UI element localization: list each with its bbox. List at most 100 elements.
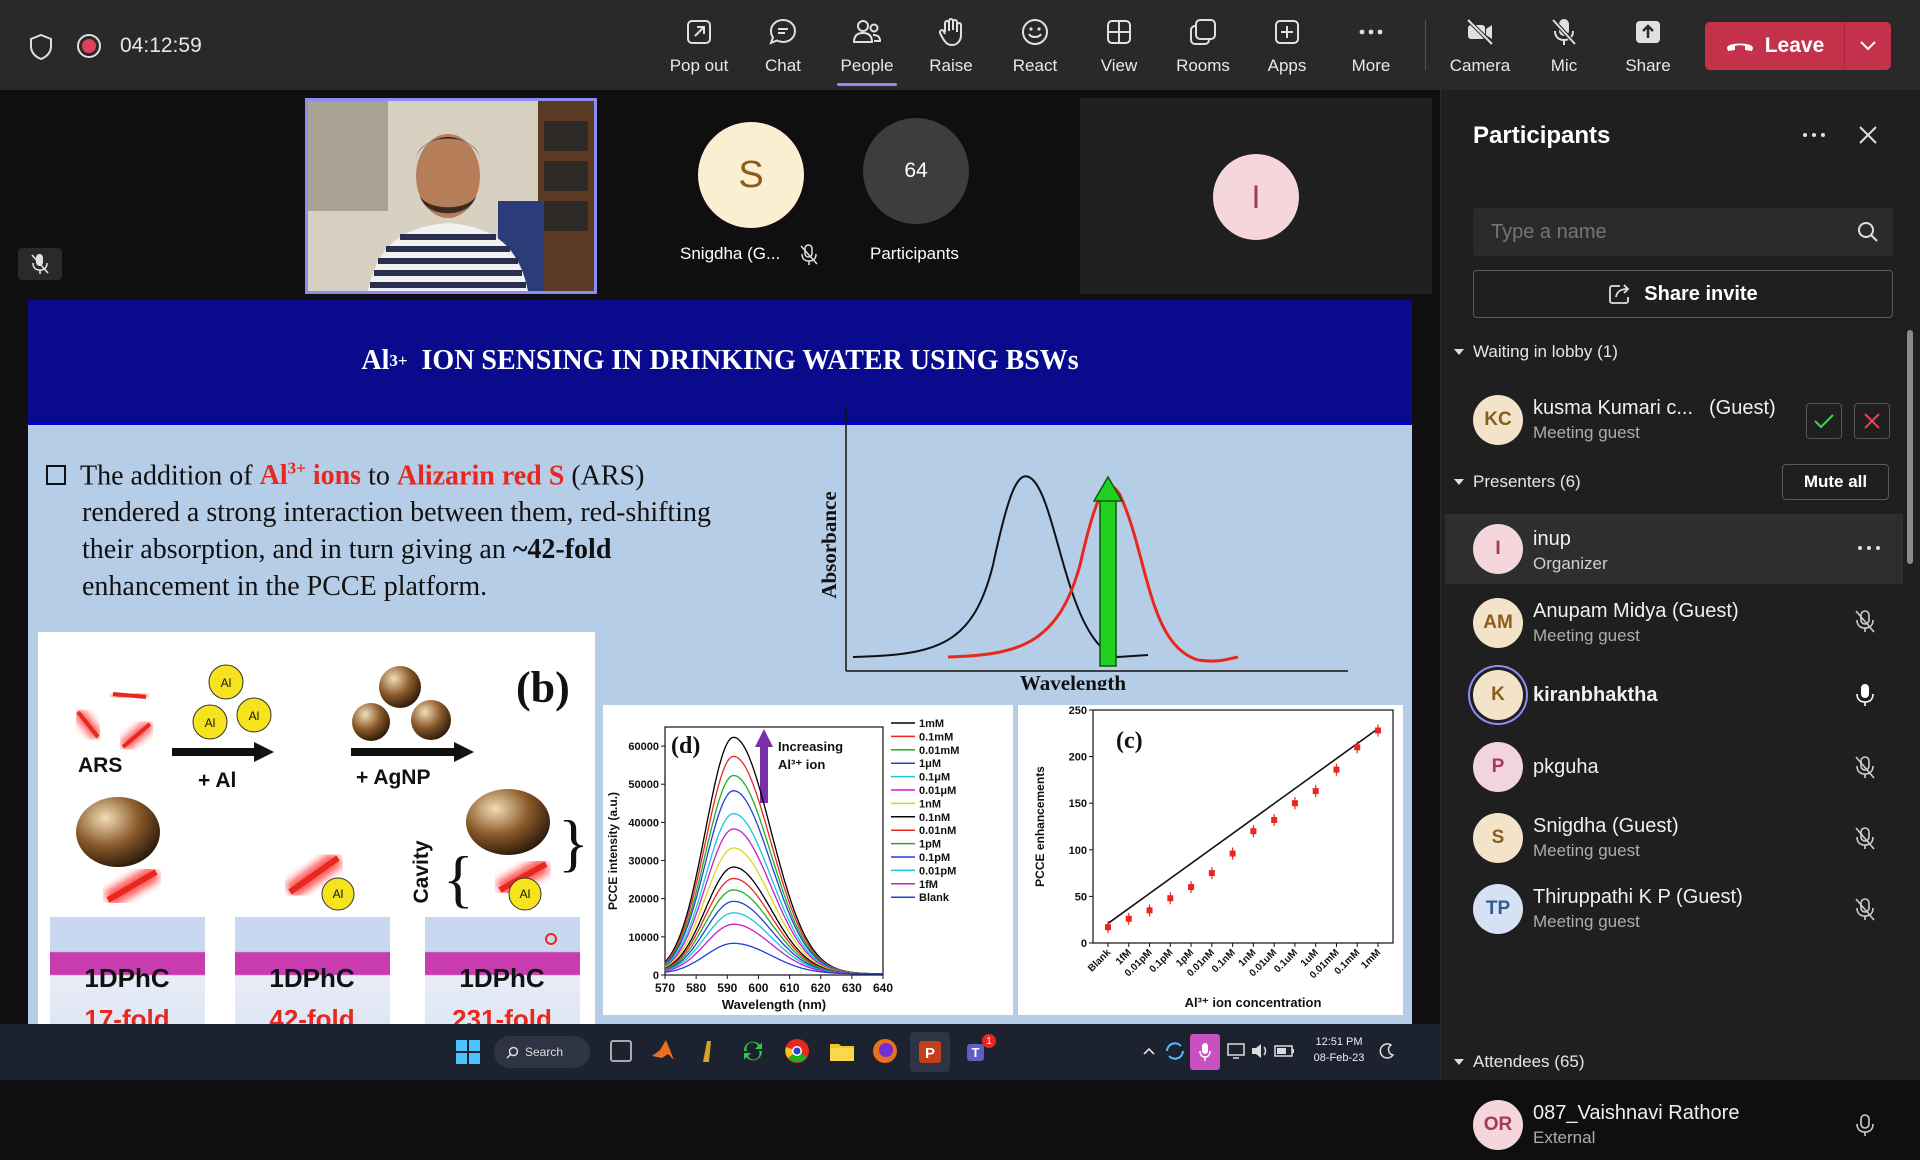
chrome-icon[interactable] (784, 1038, 810, 1064)
cavity-brace-left: { (443, 843, 474, 914)
absorbance-diagram: Absorbance Wavelength (818, 405, 1348, 690)
more-options-icon[interactable] (1857, 544, 1881, 552)
react-button[interactable]: React (995, 10, 1075, 82)
lobby-section-header[interactable]: Waiting in lobby (1) (1453, 342, 1618, 362)
rooms-button[interactable]: Rooms (1163, 10, 1243, 82)
file-explorer-icon[interactable] (828, 1038, 856, 1064)
avatar: OR (1473, 1100, 1523, 1150)
display-tray-icon[interactable] (1226, 1041, 1246, 1061)
chat-button[interactable]: Chat (743, 10, 823, 82)
teams-taskbar-button[interactable]: T 1 (958, 1032, 998, 1072)
panel-b-label: (b) (516, 663, 570, 712)
participant-row-snigdha[interactable]: S Snigdha (Guest) Meeting guest (1441, 803, 1906, 873)
mic-off-icon (1855, 827, 1875, 850)
y-tick-label: 200 (1069, 752, 1087, 764)
apps-button[interactable]: Apps (1247, 10, 1327, 82)
annotation-line-1: Increasing (778, 739, 843, 754)
windows-start-icon[interactable] (455, 1039, 481, 1065)
search-input[interactable] (1473, 208, 1853, 256)
y-tick-label: 0 (1081, 938, 1087, 950)
sync-icon[interactable] (740, 1038, 766, 1064)
video-tile-organizer[interactable]: I (1080, 98, 1432, 294)
legend-entry: 0.01nM (919, 825, 956, 837)
data-point (1375, 727, 1381, 734)
attendees-section-header[interactable]: Attendees (65) (1453, 1052, 1585, 1072)
participant-row-thiruppathi[interactable]: TP Thiruppathi K P (Guest) Meeting guest (1441, 874, 1906, 944)
raise-hand-button[interactable]: Raise (911, 10, 991, 82)
camera-button[interactable]: Camera (1440, 10, 1520, 82)
quiet-hours-icon[interactable] (1378, 1042, 1396, 1060)
taskbar-clock[interactable]: 12:51 PM 08-Feb-23 (1306, 1034, 1372, 1066)
sync-tray-icon[interactable] (1164, 1040, 1186, 1062)
search-name-field[interactable] (1473, 208, 1893, 256)
task-view-icon[interactable] (610, 1040, 632, 1062)
lobby-row[interactable]: KC kusma Kumari c... (Guest) Meeting gue… (1441, 385, 1906, 455)
meeting-timer: 04:12:59 (120, 34, 202, 57)
shift-arrow-head (1092, 475, 1124, 502)
cavity-brace-right: } (558, 807, 589, 878)
legend-entry: 0.1μM (919, 772, 950, 784)
participant-count-badge[interactable]: 64 (863, 118, 969, 224)
bullet-box-icon (46, 465, 66, 486)
data-point (1208, 870, 1215, 877)
stage-mic-button[interactable] (18, 248, 62, 280)
teams-notification-badge: 1 (982, 1034, 996, 1048)
participant-name-snigdha: Snigdha (G... (680, 244, 781, 263)
firefox-icon[interactable] (872, 1038, 898, 1064)
powerpoint-active-bg[interactable]: P (910, 1032, 950, 1072)
app-icon[interactable] (695, 1038, 721, 1064)
shield-icon[interactable] (28, 33, 54, 61)
x-tick-label: 0.1uM (1272, 947, 1300, 975)
fold-label-2: 42-fold (269, 1004, 354, 1025)
battery-icon[interactable] (1274, 1043, 1296, 1059)
al-ion-badges: Al Al Al (192, 664, 272, 740)
mic-in-use-tray[interactable] (1190, 1034, 1220, 1070)
more-button[interactable]: More (1331, 10, 1411, 82)
agnp-particles (352, 666, 451, 741)
matlab-icon[interactable] (650, 1038, 676, 1064)
share-button[interactable]: Share (1608, 10, 1688, 82)
participant-row-anupam[interactable]: AM Anupam Midya (Guest) Meeting guest (1441, 588, 1906, 658)
leave-options-button[interactable] (1845, 40, 1891, 52)
pop-out-icon (687, 20, 711, 44)
apps-icon (1275, 20, 1299, 44)
x-tick-label: 620 (811, 981, 831, 995)
plus-agnp-label: + AgNP (356, 766, 430, 789)
admit-button[interactable] (1806, 403, 1842, 439)
svg-text:Al: Al (249, 709, 260, 723)
view-button[interactable]: View (1079, 10, 1159, 82)
attendee-row[interactable]: OR 087_Vaishnavi Rathore External (1441, 1090, 1906, 1160)
absorbance-x-label: Wavelength (1020, 671, 1126, 690)
x-tick-label: Blank (1086, 947, 1113, 974)
participant-avatar-s[interactable]: S (698, 122, 804, 228)
share-invite-button[interactable]: Share invite (1473, 270, 1893, 318)
deny-button[interactable] (1854, 403, 1890, 439)
leave-button[interactable]: Leave (1705, 22, 1891, 70)
mute-all-button[interactable]: Mute all (1782, 464, 1889, 500)
y-tick-label: 50 (1075, 891, 1087, 903)
mic-button[interactable]: Mic (1524, 10, 1604, 82)
volume-icon[interactable] (1250, 1041, 1270, 1061)
close-icon[interactable] (1857, 124, 1879, 146)
pop-out-button[interactable]: Pop out (659, 10, 739, 82)
leave-main-button[interactable]: Leave (1705, 22, 1845, 70)
ars-molecules (73, 688, 154, 752)
panel-scrollbar[interactable] (1907, 330, 1913, 564)
video-tile-presenter[interactable] (305, 98, 597, 294)
taskbar-search-button[interactable]: Search (494, 1036, 590, 1068)
participant-row-inup[interactable]: I inup Organizer (1445, 514, 1903, 584)
participants-panel: Participants Share invite Waiting in lob… (1440, 90, 1920, 1150)
chart-c: 0 50 100 150 200 250 PCCE enhancements (c) Al³⁺ … (1033, 705, 1394, 1010)
chevron-up-icon[interactable] (1142, 1046, 1156, 1056)
fold-label-1: 17-fold (84, 1004, 169, 1025)
participant-row-kiranbhaktha[interactable]: K kiranbhaktha (1441, 660, 1906, 730)
chart-c-ylabel: PCCE enhancements (1033, 766, 1047, 887)
svg-text:Al: Al (520, 887, 531, 901)
mic-off-icon (1855, 898, 1875, 921)
presenters-section-header[interactable]: Presenters (6) (1453, 472, 1581, 492)
people-button[interactable]: People (827, 10, 907, 86)
more-options-icon[interactable] (1801, 130, 1827, 140)
chart-c-title: (c) (1116, 728, 1143, 754)
chart-c-panel: 0 50 100 150 200 250 PCCE enhancements (c) Al³⁺ … (1018, 705, 1403, 1015)
participant-row-pkguha[interactable]: P pkguha (1441, 732, 1906, 802)
